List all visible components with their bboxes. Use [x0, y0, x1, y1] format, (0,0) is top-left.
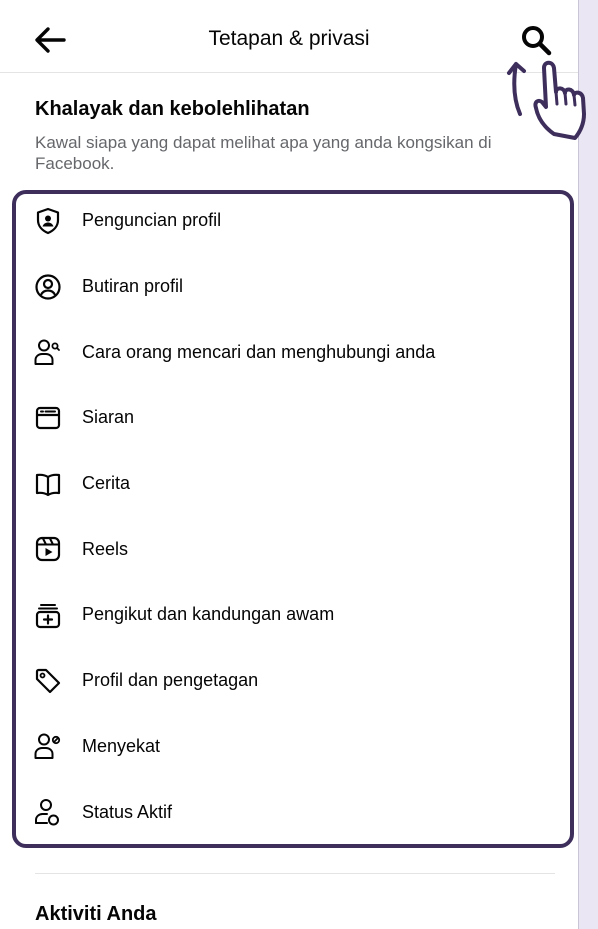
tag-icon — [35, 668, 61, 693]
section-title-activity: Aktiviti Anda — [35, 903, 157, 925]
menu-item-label: Reels — [82, 538, 129, 559]
settings-screen: Tetapan & privasi Khalayak dan kebolehli… — [0, 0, 579, 929]
menu-item-blocking[interactable]: Menyekat — [0, 714, 578, 780]
search-button[interactable] — [514, 18, 558, 62]
reels-icon — [35, 537, 61, 562]
search-icon — [522, 26, 552, 56]
page-title: Tetapan & privasi — [208, 27, 370, 50]
menu-item-followers-public-content[interactable]: Pengikut dan kandungan awam — [0, 582, 578, 648]
section-divider — [35, 873, 555, 874]
user-block-icon — [34, 733, 61, 760]
menu-item-label: Penguncian profil — [82, 210, 222, 231]
audience-menu: Penguncian profil Butiran profil Cara or… — [0, 188, 578, 845]
menu-item-stories[interactable]: Cerita — [0, 451, 578, 517]
user-circle-icon — [35, 273, 61, 300]
menu-item-label: Butiran profil — [82, 276, 184, 297]
menu-item-find-contact[interactable]: Cara orang mencari dan menghubungi anda — [0, 319, 578, 385]
menu-item-profile-lock[interactable]: Penguncian profil — [0, 188, 578, 254]
post-card-icon — [35, 406, 61, 430]
menu-item-posts[interactable]: Siaran — [0, 385, 578, 451]
menu-item-label: Menyekat — [82, 735, 161, 756]
public-content-icon — [35, 603, 61, 629]
menu-item-label: Status Aktif — [82, 801, 173, 822]
top-bar: Tetapan & privasi — [0, 0, 578, 73]
menu-item-active-status[interactable]: Status Aktif — [0, 779, 578, 845]
menu-item-label: Cerita — [82, 473, 131, 494]
menu-item-label: Cara orang mencari dan menghubungi anda — [82, 341, 436, 362]
menu-item-profile-details[interactable]: Butiran profil — [0, 254, 578, 320]
menu-item-label: Pengikut dan kandungan awam — [82, 604, 335, 625]
shield-user-icon — [36, 207, 60, 234]
user-active-icon — [35, 799, 59, 826]
section-subtitle-audience: Kawal siapa yang dapat melihat apa yang … — [35, 133, 492, 173]
menu-item-label: Siaran — [82, 407, 135, 428]
section-title-audience: Khalayak dan kebolehlihatan — [35, 98, 310, 120]
menu-item-label: Profil dan pengetagan — [82, 670, 259, 691]
menu-item-reels[interactable]: Reels — [0, 516, 578, 582]
user-search-icon — [34, 339, 60, 366]
menu-item-profile-tagging[interactable]: Profil dan pengetagan — [0, 648, 578, 714]
book-icon — [35, 473, 61, 496]
